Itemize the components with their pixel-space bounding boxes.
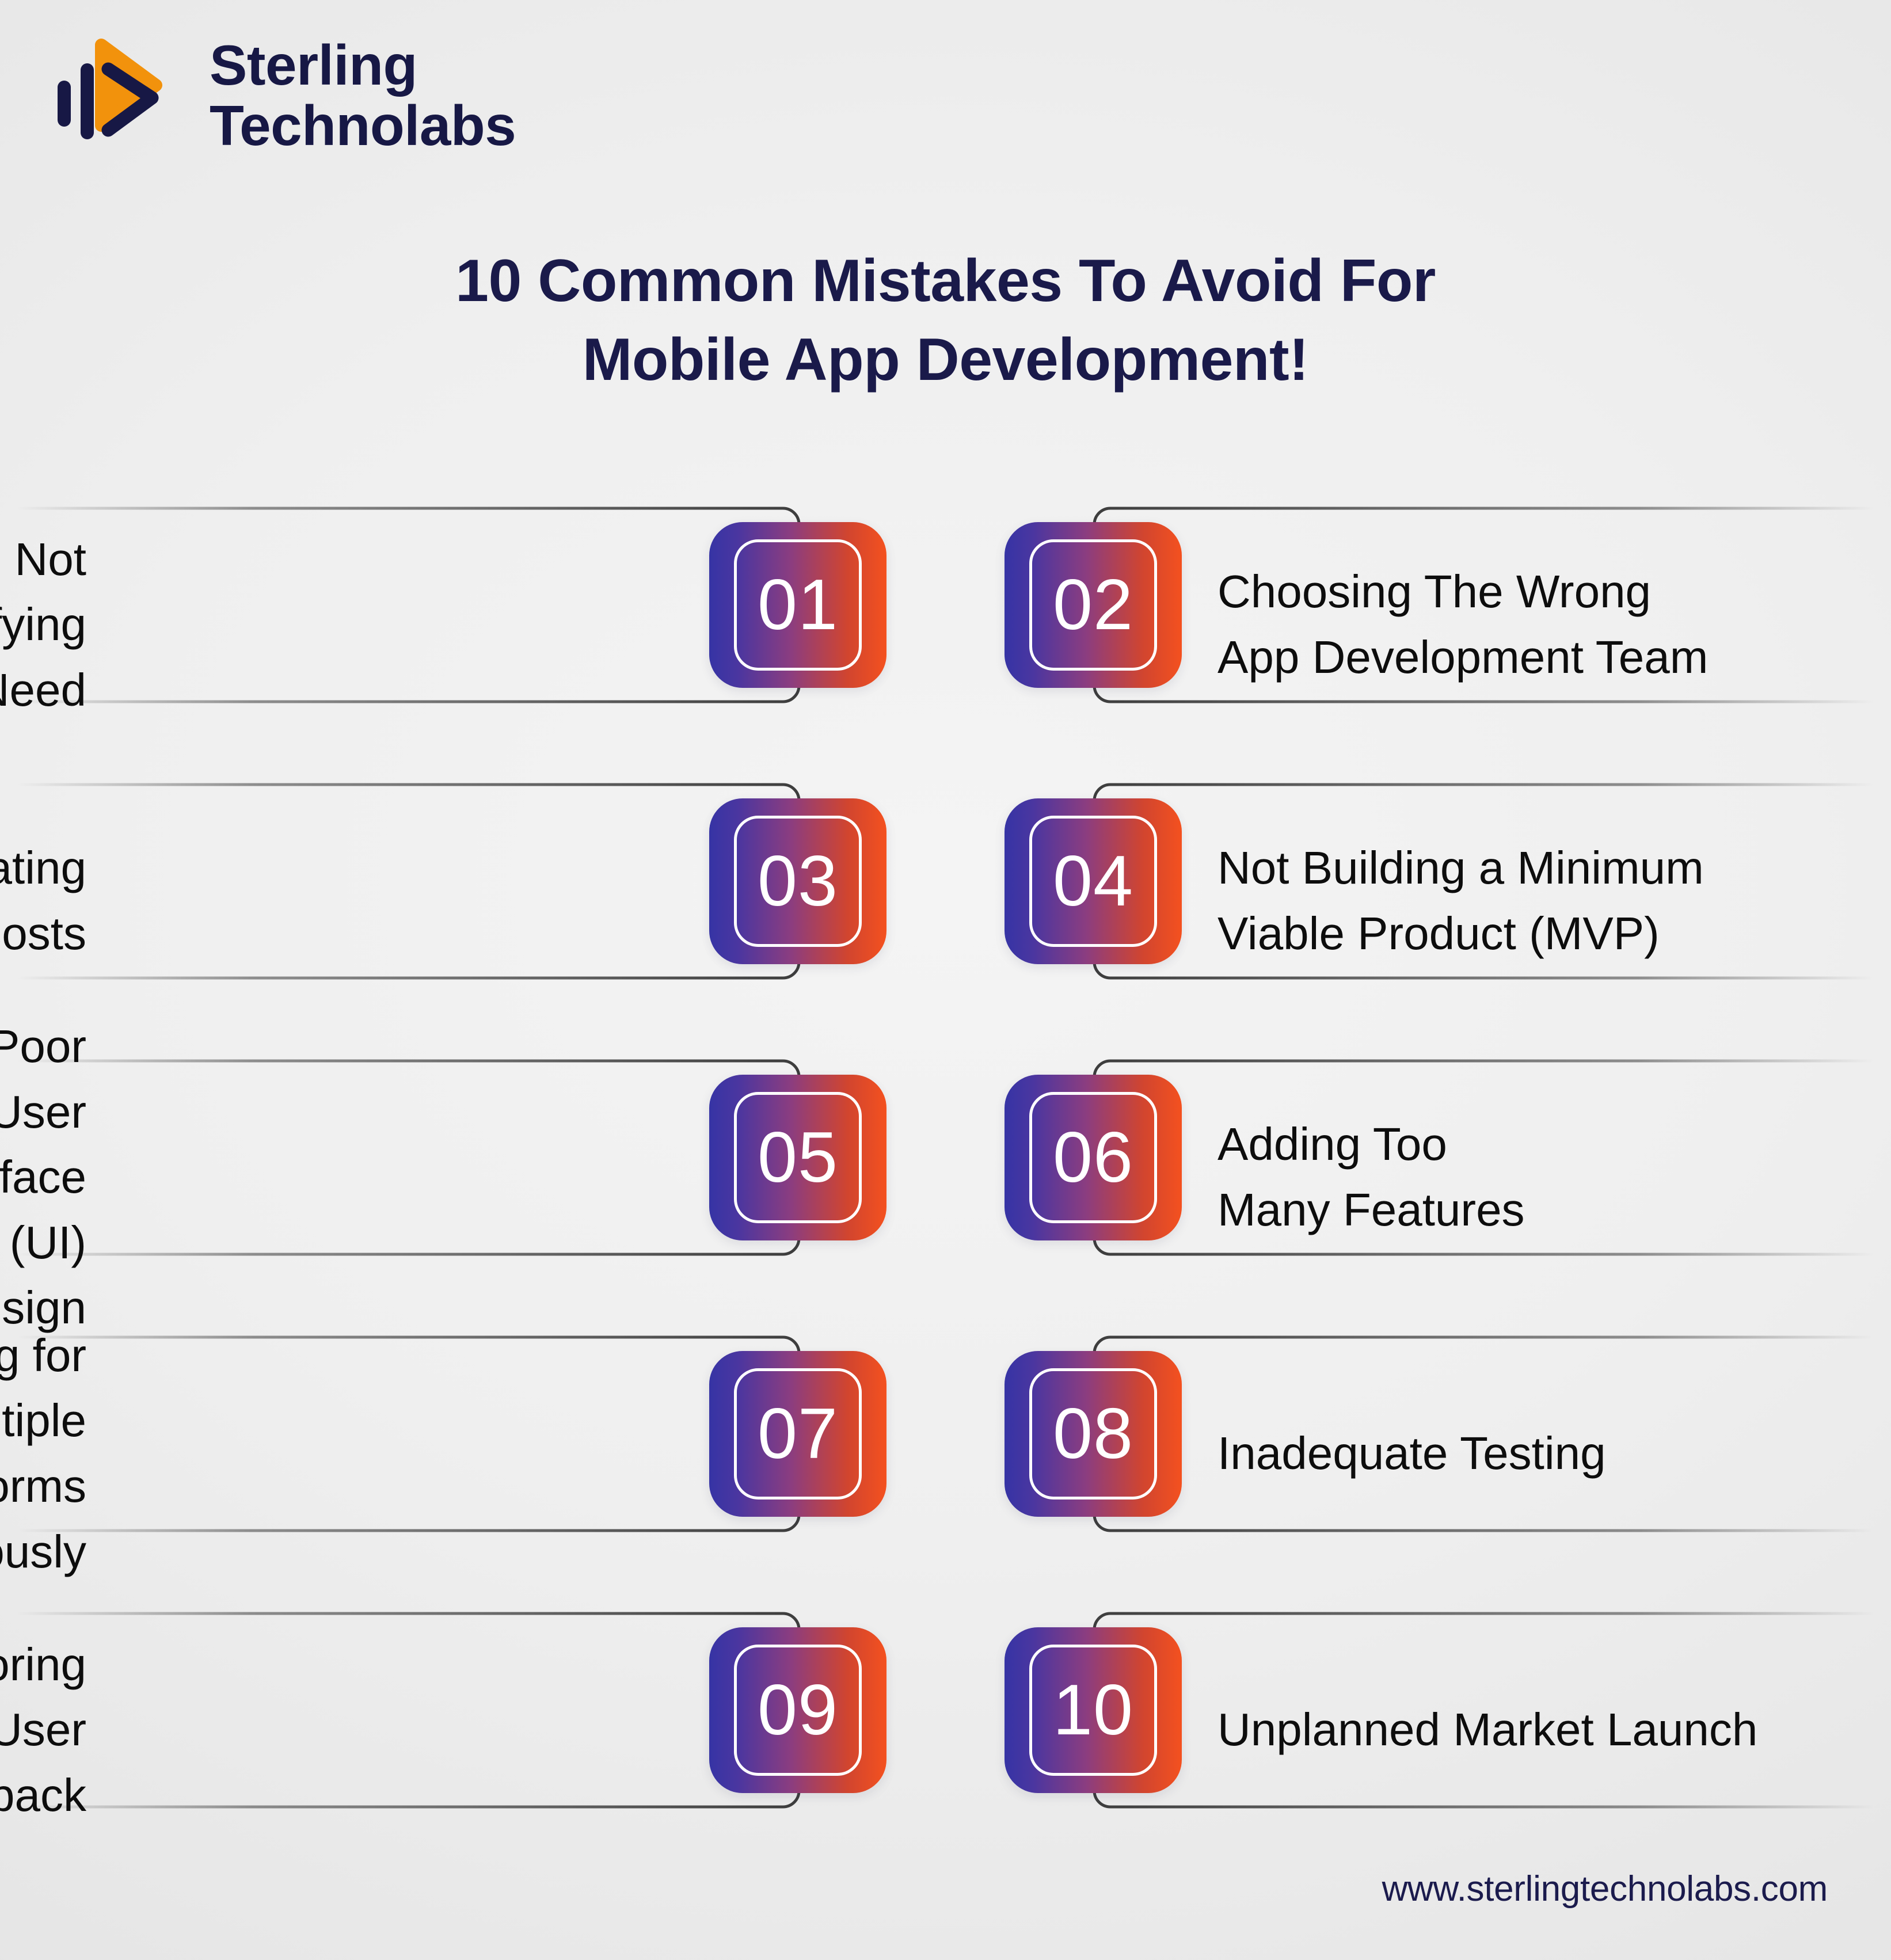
number-badge[interactable]: 06 [1005, 1075, 1182, 1240]
list-item-label-line1: Choosing The Wrong [1217, 566, 1652, 618]
number-badge[interactable]: 08 [1005, 1351, 1182, 1517]
number-badge-frame: 02 [1029, 539, 1157, 671]
list-item-label-line1: Poor User Interface [0, 1021, 86, 1203]
list-item-label-line2: App Development Team [1217, 631, 1709, 683]
list-item-label: Underestimating Total Costs [0, 763, 86, 1039]
infographic-canvas: Sterling Technolabs 10 Common Mistakes T… [0, 0, 1891, 1960]
list-item-label-line1: Developing for Multiple [0, 1329, 86, 1447]
list-item-label-line1: Ignoring User [0, 1638, 86, 1756]
list-item-label: Unplanned Market Launch [1217, 1592, 1891, 1868]
number-badge-frame: 07 [734, 1368, 862, 1500]
list-item[interactable]: 06 Adding Too Many Features [970, 1039, 1891, 1315]
number-badge-value: 09 [758, 1670, 838, 1750]
list-item-label-line1: Unplanned Market Launch [1217, 1704, 1758, 1756]
number-badge-frame: 09 [734, 1645, 862, 1776]
list-item[interactable]: Developing for Multiple Platforms Simult… [0, 1315, 921, 1592]
number-badge-value: 03 [758, 842, 838, 921]
grid-row: Ignoring User Feedback 09 10 [0, 1592, 1891, 1868]
number-badge-value: 07 [758, 1394, 838, 1474]
brand-name-line1: Sterling [210, 33, 417, 97]
number-badge[interactable]: 03 [709, 798, 886, 964]
number-badge[interactable]: 07 [709, 1351, 886, 1517]
mistakes-grid: Not Identifying The Need 01 [0, 486, 1891, 1868]
number-badge-value: 01 [758, 565, 838, 645]
list-item[interactable]: Underestimating Total Costs 03 [0, 763, 921, 1039]
number-badge-value: 08 [1053, 1394, 1133, 1474]
list-item[interactable]: 10 Unplanned Market Launch [970, 1592, 1891, 1868]
number-badge-value: 10 [1053, 1670, 1133, 1750]
list-item-label-line1: Not Identifying [0, 533, 86, 650]
brand-logo: Sterling Technolabs [55, 33, 516, 157]
list-item-label: Poor User Interface (UI) Design [0, 1021, 86, 1333]
list-item[interactable]: Ignoring User Feedback 09 [0, 1592, 921, 1868]
list-item-label-line1: Inadequate Testing [1217, 1428, 1606, 1479]
brand-name-line2: Technolabs [210, 93, 516, 157]
sterling-play-bars-logo-icon [55, 33, 188, 157]
number-badge-frame: 01 [734, 539, 862, 671]
page-title-line1: 10 Common Mistakes To Avoid For [455, 248, 1436, 314]
list-item-label: Adding Too Many Features [1217, 1039, 1891, 1315]
list-item-label-line2: Viable Product (MVP) [1217, 908, 1660, 959]
number-badge-value: 05 [758, 1118, 838, 1197]
number-badge-value: 02 [1053, 565, 1133, 645]
number-badge-value: 04 [1053, 842, 1133, 921]
brand-name: Sterling Technolabs [210, 35, 516, 156]
number-badge-frame: 04 [1029, 816, 1157, 947]
list-item-label-line2: Platforms Simultaneously [0, 1460, 86, 1577]
website-url[interactable]: www.sterlingtechnolabs.com [1382, 1868, 1828, 1909]
list-item-label-line2: The Need [0, 664, 86, 716]
list-item-label: Ignoring User Feedback [0, 1592, 86, 1868]
list-item-label-line2: Many Features [1217, 1184, 1525, 1235]
list-item-label-line1: Underestimating [0, 842, 86, 894]
number-badge[interactable]: 01 [709, 522, 886, 688]
list-item[interactable]: Not Identifying The Need 01 [0, 486, 921, 763]
number-badge-frame: 08 [1029, 1368, 1157, 1500]
list-item-label: Not Identifying The Need [0, 486, 86, 763]
list-item-label-line1: Adding Too [1217, 1118, 1447, 1170]
page-title: 10 Common Mistakes To Avoid For Mobile A… [0, 242, 1891, 400]
page-title-line2: Mobile App Development! [582, 326, 1309, 394]
list-item[interactable]: 08 Inadequate Testing [970, 1315, 1891, 1592]
list-item-label: Developing for Multiple Platforms Simult… [0, 1315, 86, 1592]
number-badge[interactable]: 05 [709, 1075, 886, 1240]
list-item[interactable]: 02 Choosing The Wrong App Development Te… [970, 486, 1891, 763]
list-item-label: Not Building a Minimum Viable Product (M… [1217, 763, 1891, 1039]
number-badge-frame: 10 [1029, 1645, 1157, 1776]
list-item-label: Choosing The Wrong App Development Team [1217, 486, 1891, 763]
number-badge-frame: 05 [734, 1092, 862, 1223]
list-item-label-line2: Feedback [0, 1769, 86, 1821]
number-badge-frame: 06 [1029, 1092, 1157, 1223]
grid-row: Not Identifying The Need 01 [0, 486, 1891, 763]
list-item-label: Inadequate Testing [1217, 1315, 1891, 1592]
list-item-label-line1: Not Building a Minimum [1217, 842, 1704, 894]
number-badge[interactable]: 09 [709, 1627, 886, 1793]
list-item-label-line2: Total Costs [0, 908, 86, 959]
number-badge[interactable]: 02 [1005, 522, 1182, 688]
grid-row: Poor User Interface (UI) Design 05 [0, 1021, 1891, 1333]
list-item[interactable]: Poor User Interface (UI) Design 05 [0, 1021, 921, 1333]
number-badge[interactable]: 10 [1005, 1627, 1182, 1793]
number-badge-frame: 03 [734, 816, 862, 947]
grid-row: Developing for Multiple Platforms Simult… [0, 1315, 1891, 1592]
number-badge-value: 06 [1053, 1118, 1133, 1197]
list-item[interactable]: 04 Not Building a Minimum Viable Product… [970, 763, 1891, 1039]
number-badge[interactable]: 04 [1005, 798, 1182, 964]
grid-row: Underestimating Total Costs 03 [0, 763, 1891, 1039]
